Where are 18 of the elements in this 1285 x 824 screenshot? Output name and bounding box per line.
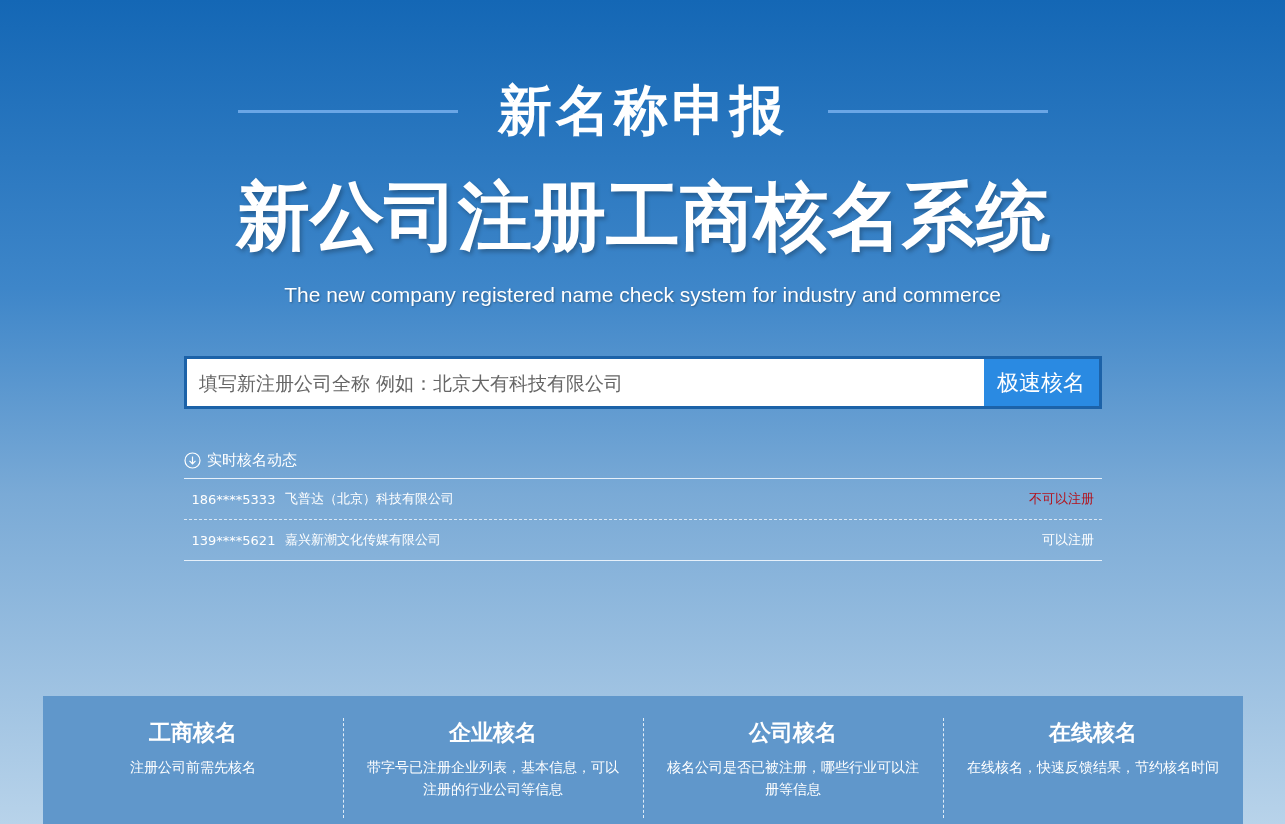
page-subtitle: The new company registered name check system for industry and commerce: [284, 284, 1001, 306]
feature-title: 在线核名: [1048, 719, 1138, 747]
registration-status: 不可以注册: [1028, 490, 1094, 508]
company-name: 飞普达（北京）科技有限公司: [285, 490, 455, 508]
feature-description: 带字号已注册企业列表，基本信息，可以注册的行业公司等信息: [366, 758, 620, 799]
feature-description: 注册公司前需先核名: [128, 758, 257, 777]
feature-title: 工商核名: [147, 719, 238, 747]
feature-description: 在线核名，快速反馈结果，节约核名时间: [966, 758, 1220, 777]
feature-title: 企业核名: [448, 719, 538, 747]
page-title: 新公司注册工商核名系统: [235, 172, 1050, 261]
section-tag: 新名称申报: [497, 78, 788, 144]
phone-number: 186****5333: [191, 491, 276, 507]
registration-status: 可以注册: [1041, 531, 1094, 549]
phone-number: 139****5621: [191, 532, 276, 548]
feature-title: 公司核名: [747, 719, 838, 747]
feed-title: 实时核名动态: [206, 451, 297, 470]
company-name: 嘉兴新潮文化传媒有限公司: [285, 531, 442, 549]
feature-description: 核名公司是否已被注册，哪些行业可以注册等信息: [666, 758, 920, 799]
